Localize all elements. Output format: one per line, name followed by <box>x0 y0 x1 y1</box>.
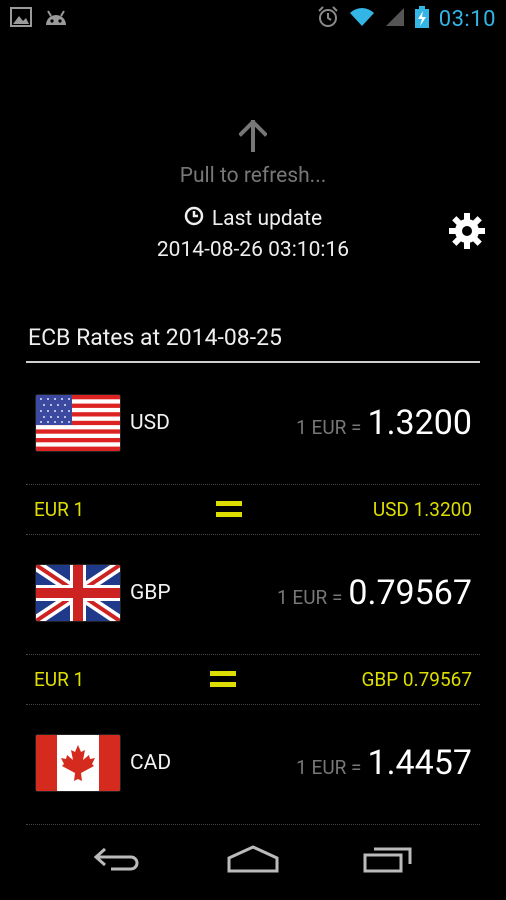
conversion-right: GBP 0.79567 <box>361 667 472 691</box>
recent-apps-icon <box>362 844 414 878</box>
equals-icon <box>215 501 242 517</box>
conversion-left: EUR 1 <box>34 667 85 691</box>
status-right: 03:10 <box>317 6 496 32</box>
section-divider <box>26 361 480 363</box>
last-update: Last update 2014-08-26 03:10:16 <box>0 206 506 262</box>
home-button[interactable] <box>218 836 288 886</box>
last-update-label: Last update <box>211 207 323 231</box>
rate-value: 1.4457 <box>367 743 472 783</box>
pull-to-refresh[interactable]: Pull to refresh... <box>0 119 506 188</box>
row-divider <box>26 704 480 705</box>
android-icon <box>42 7 70 31</box>
signal-icon <box>385 7 405 31</box>
equals-icon <box>209 671 236 687</box>
rate-prefix: 1 EUR = <box>277 586 343 609</box>
rate-prefix: 1 EUR = <box>296 756 362 779</box>
rate-row-gbp[interactable]: GBP 1 EUR = 0.79567 <box>26 550 480 636</box>
rate-row-cad[interactable]: CAD 1 EUR = 1.4457 <box>26 720 480 806</box>
conversion-right: USD 1.3200 <box>372 497 472 521</box>
wifi-icon <box>349 7 375 31</box>
arrow-up-icon <box>0 119 506 158</box>
status-left <box>10 7 70 31</box>
rate-row-usd[interactable]: USD 1 EUR = 1.3200 <box>26 380 480 466</box>
conversion-row-usd[interactable]: EUR 1 USD 1.3200 <box>26 484 480 534</box>
conversion-row-gbp[interactable]: EUR 1 GBP 0.79567 <box>26 654 480 704</box>
us-flag-icon <box>36 395 120 451</box>
alarm-icon <box>317 6 339 32</box>
rate-display: 1 EUR = 1.4457 <box>296 743 472 783</box>
clock-time: 03:10 <box>438 6 496 32</box>
currency-code: GBP <box>130 581 171 605</box>
rate-value: 0.79567 <box>348 573 472 613</box>
uk-flag-icon <box>36 565 120 621</box>
rate-display: 1 EUR = 1.3200 <box>296 403 472 443</box>
settings-button[interactable] <box>444 210 490 256</box>
home-icon <box>225 844 281 878</box>
image-icon <box>10 7 32 31</box>
rate-prefix: 1 EUR = <box>296 416 362 439</box>
back-icon <box>93 845 143 877</box>
row-divider <box>26 534 480 535</box>
status-bar: 03:10 <box>0 0 506 38</box>
navigation-bar <box>0 822 506 900</box>
section-title: ECB Rates at 2014-08-25 <box>28 324 282 351</box>
last-update-datetime: 2014-08-26 03:10:16 <box>156 238 350 262</box>
battery-charging-icon <box>414 6 429 32</box>
gear-icon <box>448 212 486 254</box>
currency-code: USD <box>130 411 170 435</box>
rate-display: 1 EUR = 0.79567 <box>277 573 472 613</box>
currency-code: CAD <box>130 751 172 775</box>
back-button[interactable] <box>83 836 153 886</box>
conversion-left: EUR 1 <box>34 497 85 521</box>
clock-icon <box>184 206 204 232</box>
pull-to-refresh-text: Pull to refresh... <box>179 164 327 188</box>
rate-value: 1.3200 <box>367 403 472 443</box>
recent-apps-button[interactable] <box>353 836 423 886</box>
canada-flag-icon <box>36 735 120 791</box>
